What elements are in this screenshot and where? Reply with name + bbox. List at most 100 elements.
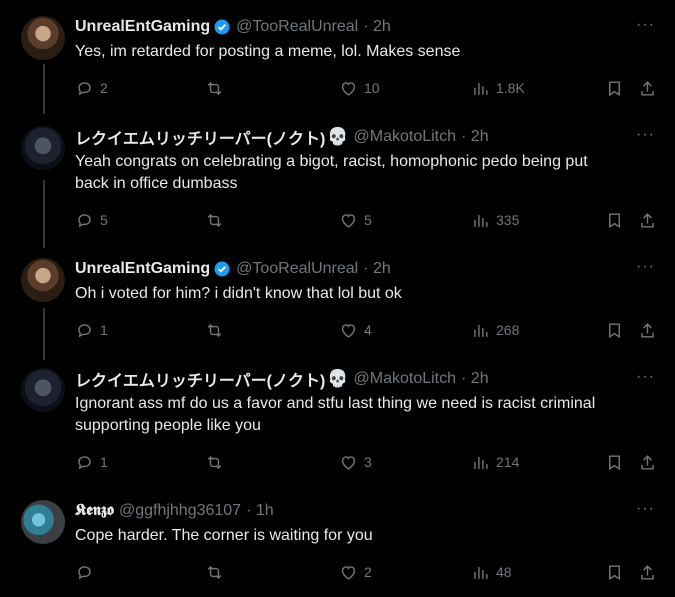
reply-icon [78, 455, 91, 469]
tweet-header: レクイエムリッチリーパー(ノクト) 💀 @MakotoLitch · 2h ··… [75, 368, 655, 390]
share-button[interactable] [638, 210, 657, 230]
view-count: 48 [496, 564, 512, 580]
like-button[interactable]: 2 [339, 562, 372, 582]
tweet-text-line: back in office dumbass [75, 175, 238, 192]
display-name[interactable]: UnrealEntGaming [75, 18, 210, 36]
handle[interactable]: @MakotoLitch [354, 128, 457, 146]
reply-count: 2 [100, 80, 108, 96]
like-button[interactable]: 5 [339, 210, 372, 230]
like-button[interactable]: 10 [339, 78, 380, 98]
avatar[interactable] [21, 16, 65, 60]
tweet-header: UnrealEntGaming @TooRealUnreal · 2h ··· [75, 16, 655, 38]
views-button[interactable]: 268 [471, 320, 519, 340]
views-icon [474, 214, 488, 227]
timestamp[interactable]: · 2h [363, 18, 391, 36]
bookmark-icon [609, 212, 620, 228]
timestamp[interactable]: · 2h [461, 370, 489, 388]
reply-button[interactable]: 2 [75, 78, 108, 98]
reply-button[interactable]: 1 [75, 320, 108, 340]
skull-emoji: 💀 [327, 369, 349, 388]
avatar[interactable] [21, 368, 65, 412]
action-bar: 1 4 268 [75, 320, 657, 340]
action-bar: 1 3 214 [75, 452, 657, 472]
display-name[interactable]: 𝕶𝖊𝖓𝖟𝖔 [75, 502, 114, 520]
handle[interactable]: @MakotoLitch [354, 370, 457, 388]
retweet-button[interactable] [205, 320, 230, 340]
retweet-icon [207, 565, 222, 579]
bookmark-button[interactable] [605, 78, 624, 98]
retweet-icon [207, 323, 222, 337]
bookmark-button[interactable] [605, 320, 624, 340]
view-count: 335 [496, 212, 520, 228]
views-icon [474, 456, 488, 469]
share-icon [641, 80, 654, 96]
reply-icon [78, 213, 91, 227]
like-button[interactable]: 4 [339, 320, 372, 340]
share-icon [641, 322, 654, 338]
views-button[interactable]: 335 [471, 210, 519, 230]
handle[interactable]: @TooRealUnreal [236, 260, 358, 278]
share-icon [641, 212, 654, 228]
reply-icon [78, 81, 91, 95]
avatar[interactable] [21, 126, 65, 170]
views-button[interactable]: 1.8K [471, 78, 525, 98]
like-count: 2 [364, 564, 372, 580]
reply-button[interactable]: 1 [75, 452, 108, 472]
handle[interactable]: @ggfhjhhg36107 [119, 502, 241, 520]
tweet-text-line: Yes, im retarded for posting a meme, lol… [75, 43, 461, 60]
bookmark-button[interactable] [605, 562, 624, 582]
retweet-button[interactable] [205, 452, 230, 472]
verified-badge-icon [214, 19, 230, 35]
view-count: 268 [496, 322, 520, 338]
retweet-icon [207, 81, 222, 95]
tweet-text: Yes, im retarded for posting a meme, lol… [75, 41, 655, 63]
reply-count: 1 [100, 454, 108, 470]
more-horizontal-icon[interactable]: ··· [636, 126, 655, 144]
retweet-button[interactable] [205, 562, 230, 582]
bookmark-icon [609, 564, 620, 580]
display-name[interactable]: レクイエムリッチリーパー(ノクト) [75, 125, 325, 149]
retweet-icon [207, 213, 222, 227]
views-icon [474, 566, 488, 579]
handle[interactable]: @TooRealUnreal [236, 18, 358, 36]
reply-button[interactable]: 5 [75, 210, 108, 230]
bookmark-button[interactable] [605, 210, 624, 230]
more-horizontal-icon[interactable]: ··· [636, 500, 655, 518]
verified-badge-icon [214, 261, 230, 277]
more-horizontal-icon[interactable]: ··· [636, 16, 655, 34]
bookmark-icon [609, 322, 620, 338]
timestamp[interactable]: · 2h [461, 128, 489, 146]
tweet-text-line: Oh i voted for him? i didn't know that l… [75, 285, 402, 302]
skull-emoji: 💀 [327, 127, 349, 146]
views-button[interactable]: 48 [471, 562, 512, 582]
action-bar: 2 48 [75, 562, 657, 582]
reply-count: 5 [100, 212, 108, 228]
share-button[interactable] [638, 78, 657, 98]
retweet-button[interactable] [205, 210, 230, 230]
share-button[interactable] [638, 562, 657, 582]
share-button[interactable] [638, 452, 657, 472]
display-name[interactable]: UnrealEntGaming [75, 260, 210, 278]
heart-icon [341, 455, 356, 470]
avatar[interactable] [21, 258, 65, 302]
tweet-text-line: supporting people like you [75, 417, 261, 434]
timestamp[interactable]: · 2h [363, 260, 391, 278]
bookmark-button[interactable] [605, 452, 624, 472]
tweet-text-line: Yeah congrats on celebrating a bigot, ra… [75, 153, 588, 170]
heart-icon [341, 213, 356, 228]
view-count: 214 [496, 454, 520, 470]
retweet-button[interactable] [205, 78, 230, 98]
tweet-text: Yeah congrats on celebrating a bigot, ra… [75, 151, 655, 195]
like-count: 3 [364, 454, 372, 470]
timestamp[interactable]: · 1h [246, 502, 274, 520]
views-button[interactable]: 214 [471, 452, 519, 472]
display-name[interactable]: レクイエムリッチリーパー(ノクト) [75, 367, 325, 391]
share-button[interactable] [638, 320, 657, 340]
view-count: 1.8K [496, 80, 525, 96]
tweet-header: 𝕶𝖊𝖓𝖟𝖔 @ggfhjhhg36107 · 1h ··· [75, 500, 655, 522]
reply-button[interactable] [75, 562, 100, 582]
more-horizontal-icon[interactable]: ··· [636, 258, 655, 276]
more-horizontal-icon[interactable]: ··· [636, 368, 655, 386]
like-button[interactable]: 3 [339, 452, 372, 472]
avatar[interactable] [21, 500, 65, 544]
